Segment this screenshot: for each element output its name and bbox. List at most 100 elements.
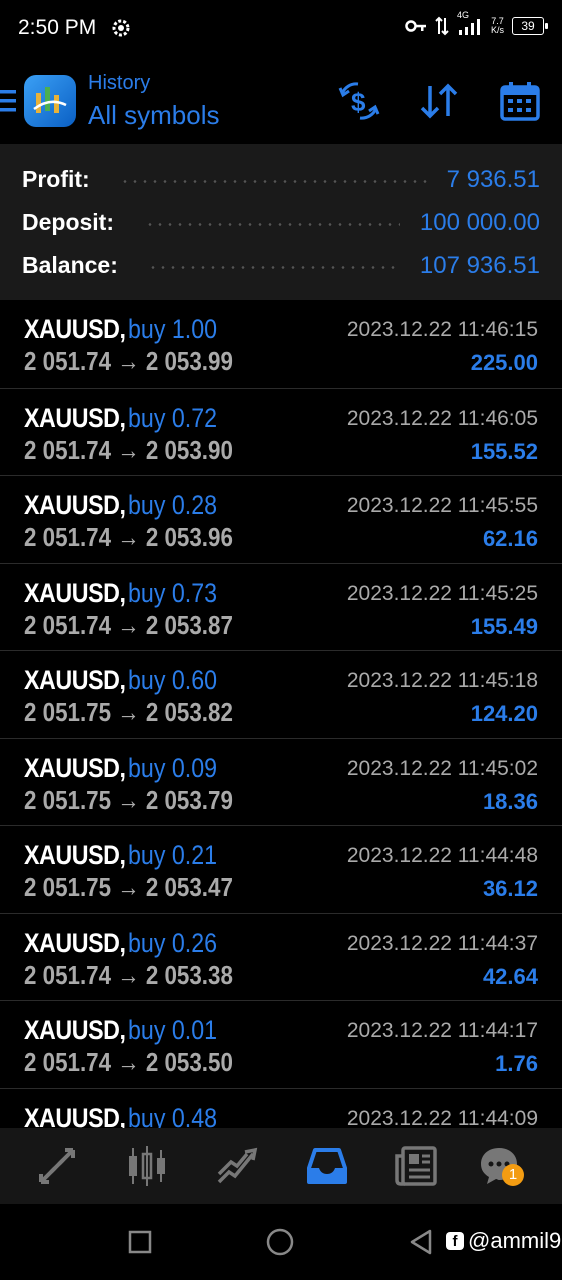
price-arrow: → xyxy=(117,609,140,640)
trade-row[interactable]: XAUUSD, buy 0.73 2 051.74 → 2 053.87 202… xyxy=(0,562,562,651)
balance-label: Balance: xyxy=(22,252,118,278)
gear-notification-icon xyxy=(112,19,130,37)
close-price: 2 053.99 xyxy=(145,346,233,376)
signal-icon xyxy=(458,19,480,35)
trade-time: 2023.12.22 11:45:18 xyxy=(346,669,538,692)
speed-unit: K/s xyxy=(490,25,504,35)
deposit-row: Deposit: 100 000.00 xyxy=(0,203,562,243)
trade-type: buy 0.48 xyxy=(128,1102,218,1129)
trade-prices: 2 051.74 → 2 053.50 xyxy=(24,1047,233,1078)
price-arrow: → xyxy=(117,959,140,990)
trade-type: buy 0.60 xyxy=(128,665,218,695)
news-icon[interactable] xyxy=(393,1142,441,1190)
status-indicators: 4G 7.7 K/s 39 xyxy=(405,10,548,36)
open-price: 2 051.74 xyxy=(24,1047,112,1077)
trade-profit: 62.16 xyxy=(482,526,538,551)
chart-icon[interactable] xyxy=(123,1142,171,1190)
menu-icon[interactable] xyxy=(0,88,18,114)
trade-symbol: XAUUSD, xyxy=(24,314,126,344)
trade-prices: 2 051.74 → 2 053.38 xyxy=(24,960,233,991)
open-price: 2 051.74 xyxy=(24,959,112,990)
facebook-icon: f xyxy=(446,1232,464,1250)
open-price: 2 051.75 xyxy=(24,784,112,815)
price-arrow: → xyxy=(117,872,140,902)
history-icon[interactable] xyxy=(303,1142,351,1190)
deposit-value: 100 000.00 xyxy=(419,209,540,236)
metatrader-logo-icon xyxy=(33,87,67,113)
status-bar: 2:50 PM 4G 7.7 K/s 39 xyxy=(0,0,562,58)
trade-time: 2023.12.22 11:44:09 xyxy=(346,1106,538,1129)
trade-row[interactable]: XAUUSD, buy 0.28 2 051.74 → 2 053.96 202… xyxy=(0,475,562,563)
network-speed: 7.7 K/s xyxy=(491,17,504,35)
trade-symbol: XAUUSD, xyxy=(24,840,126,870)
dotted-leader xyxy=(145,223,400,226)
trade-symbol: XAUUSD, xyxy=(24,1015,126,1045)
trade-time: 2023.12.22 11:45:55 xyxy=(346,494,538,517)
trade-row[interactable]: XAUUSD, buy 0.01 2 051.74 → 2 053.50 202… xyxy=(0,1000,562,1088)
open-price: 2 051.74 xyxy=(24,522,112,552)
trade-row[interactable]: XAUUSD, buy 0.21 2 051.75 → 2 053.47 202… xyxy=(0,825,562,913)
trade-profit: 18.36 xyxy=(482,788,538,814)
trade-row[interactable]: XAUUSD, buy 0.60 2 051.75 → 2 053.82 202… xyxy=(0,650,562,738)
deposit-label: Deposit: xyxy=(22,209,114,235)
back-icon[interactable] xyxy=(408,1228,434,1256)
trade-symbol: XAUUSD, xyxy=(24,490,126,520)
trade-symbol: XAUUSD, xyxy=(24,752,126,783)
open-price: 2 051.74 xyxy=(24,434,112,465)
open-price: 2 051.75 xyxy=(24,872,112,902)
open-price: 2 051.74 xyxy=(24,609,112,640)
trade-type: buy 0.09 xyxy=(128,752,218,783)
account-summary: Profit: 7 936.51 Deposit: 100 000.00 Bal… xyxy=(0,144,562,300)
trade-time: 2023.12.22 11:44:37 xyxy=(346,931,538,955)
trade-row[interactable]: XAUUSD, buy 0.72 2 051.74 → 2 053.90 202… xyxy=(0,387,562,476)
trade-prices: 2 051.74 → 2 053.90 xyxy=(24,435,233,466)
trade-row[interactable]: XAUUSD, buy 0.26 2 051.74 → 2 053.38 202… xyxy=(0,912,562,1001)
trade-profit: 36.12 xyxy=(482,876,538,901)
trade-time: 2023.12.22 11:45:25 xyxy=(346,581,538,605)
close-price: 2 053.47 xyxy=(145,872,233,902)
trade-type: buy 0.01 xyxy=(128,1015,218,1045)
sort-icon[interactable] xyxy=(418,80,460,122)
header-title[interactable]: All symbols xyxy=(88,100,219,131)
trade-type: buy 0.21 xyxy=(128,840,218,870)
quotes-icon[interactable] xyxy=(33,1142,81,1190)
dotted-leader xyxy=(120,180,430,183)
calendar-icon[interactable] xyxy=(499,80,541,122)
watermark: f @ammil9 xyxy=(446,1228,561,1254)
price-arrow: → xyxy=(117,434,140,465)
close-price: 2 053.38 xyxy=(145,959,233,990)
trade-symbol: XAUUSD, xyxy=(24,1102,126,1129)
trade-history-list[interactable]: XAUUSD, buy 1.00 2 051.74 → 2 053.99 202… xyxy=(0,300,562,1128)
close-price: 2 053.90 xyxy=(145,434,233,465)
open-price: 2 051.74 xyxy=(24,346,112,376)
price-arrow: → xyxy=(117,522,140,552)
recent-apps-icon[interactable] xyxy=(128,1230,152,1254)
currency-exchange-icon[interactable]: $ xyxy=(338,80,380,122)
trade-symbol: XAUUSD, xyxy=(24,665,126,695)
app-header: History All symbols $ xyxy=(0,58,562,144)
trade-time: 2023.12.22 11:46:05 xyxy=(346,406,538,430)
trade-prices: 2 051.75 → 2 053.79 xyxy=(24,785,233,816)
trade-row[interactable]: XAUUSD, buy 0.48 2023.12.22 11:44:09 xyxy=(0,1087,562,1129)
price-arrow: → xyxy=(117,784,140,815)
home-icon[interactable] xyxy=(266,1228,294,1256)
trade-type: buy 0.73 xyxy=(128,577,218,608)
trade-symbol: XAUUSD, xyxy=(24,927,126,958)
trade-prices: 2 051.74 → 2 053.96 xyxy=(24,522,233,553)
bottom-navigation xyxy=(0,1128,562,1204)
trade-icon[interactable] xyxy=(213,1142,261,1190)
trade-time: 2023.12.22 11:44:48 xyxy=(346,844,538,867)
close-price: 2 053.79 xyxy=(145,784,233,815)
price-arrow: → xyxy=(117,346,140,376)
trade-symbol: XAUUSD, xyxy=(24,402,126,433)
trade-row[interactable]: XAUUSD, buy 1.00 2 051.74 → 2 053.99 202… xyxy=(0,300,562,388)
price-arrow: → xyxy=(117,1047,140,1077)
watermark-text: @ammil9 xyxy=(468,1228,562,1253)
trade-type: buy 0.26 xyxy=(128,927,218,958)
trade-prices: 2 051.75 → 2 053.47 xyxy=(24,872,233,903)
profit-label: Profit: xyxy=(22,166,90,192)
data-transfer-icon xyxy=(435,16,449,36)
app-logo[interactable] xyxy=(24,75,76,127)
trade-row[interactable]: XAUUSD, buy 0.09 2 051.75 → 2 053.79 202… xyxy=(0,737,562,826)
trade-prices: 2 051.74 → 2 053.99 xyxy=(24,346,233,377)
